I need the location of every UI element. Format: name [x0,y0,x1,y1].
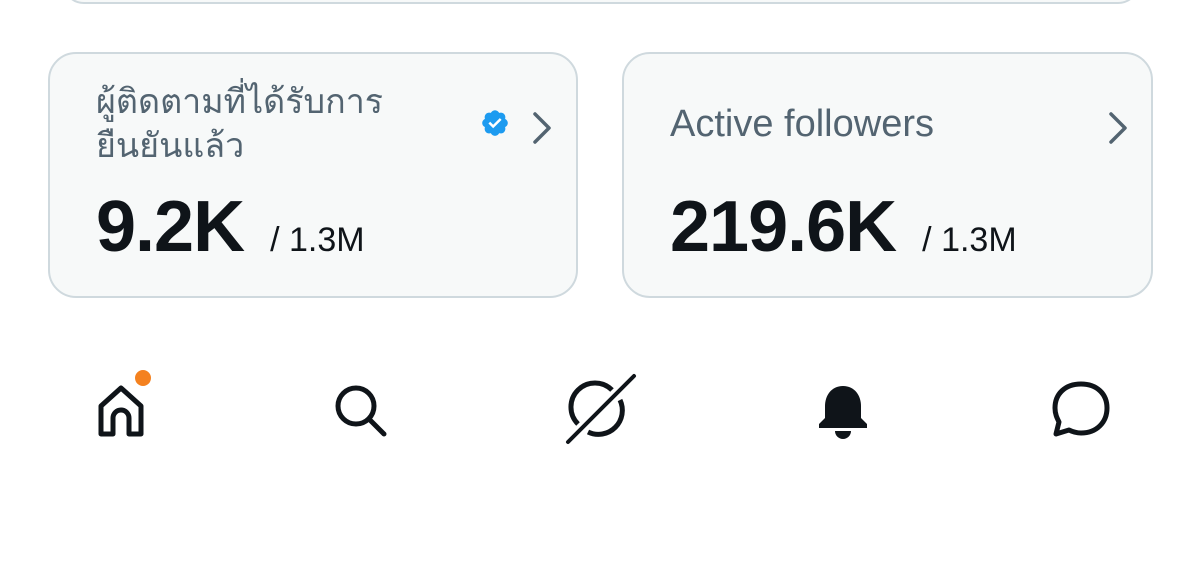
messages-icon [1052,381,1110,437]
notification-dot [135,370,151,386]
search-icon [335,385,387,437]
total-followers-count: / 1.3M [922,221,1017,259]
active-followers-card[interactable]: Active followers 219.6K / 1.3M [622,52,1153,298]
bell-icon [819,386,867,439]
active-followers-count: 219.6K [670,187,897,267]
bottom-nav [0,350,1200,470]
home-icon [98,385,144,437]
top-card-partial[interactable] [62,0,1140,4]
nav-search-button[interactable] [320,370,400,450]
nav-messages-button[interactable] [1041,370,1121,450]
verified-followers-title: ผู้ติดตามที่ได้รับการยืนยันแล้ว [96,82,384,166]
total-followers-count: / 1.3M [270,221,365,259]
active-followers-stat: 219.6K / 1.3M [670,186,1017,268]
nav-home-button[interactable] [81,370,161,450]
verified-followers-count: 9.2K [96,187,245,267]
verified-followers-stat: 9.2K / 1.3M [96,186,365,268]
verified-badge-icon [482,110,508,136]
nav-notifications-button[interactable] [803,370,883,450]
active-followers-title: Active followers [670,103,934,145]
grok-icon [566,374,636,444]
verified-followers-card[interactable]: ผู้ติดตามที่ได้รับการยืนยันแล้ว 9.2K / 1… [48,52,578,298]
chevron-right-icon [533,112,551,144]
chevron-right-icon [1109,112,1127,144]
nav-grok-button[interactable] [560,370,640,450]
app-screen: ผู้ติดตามที่ได้รับการยืนยันแล้ว 9.2K / 1… [0,0,1200,574]
